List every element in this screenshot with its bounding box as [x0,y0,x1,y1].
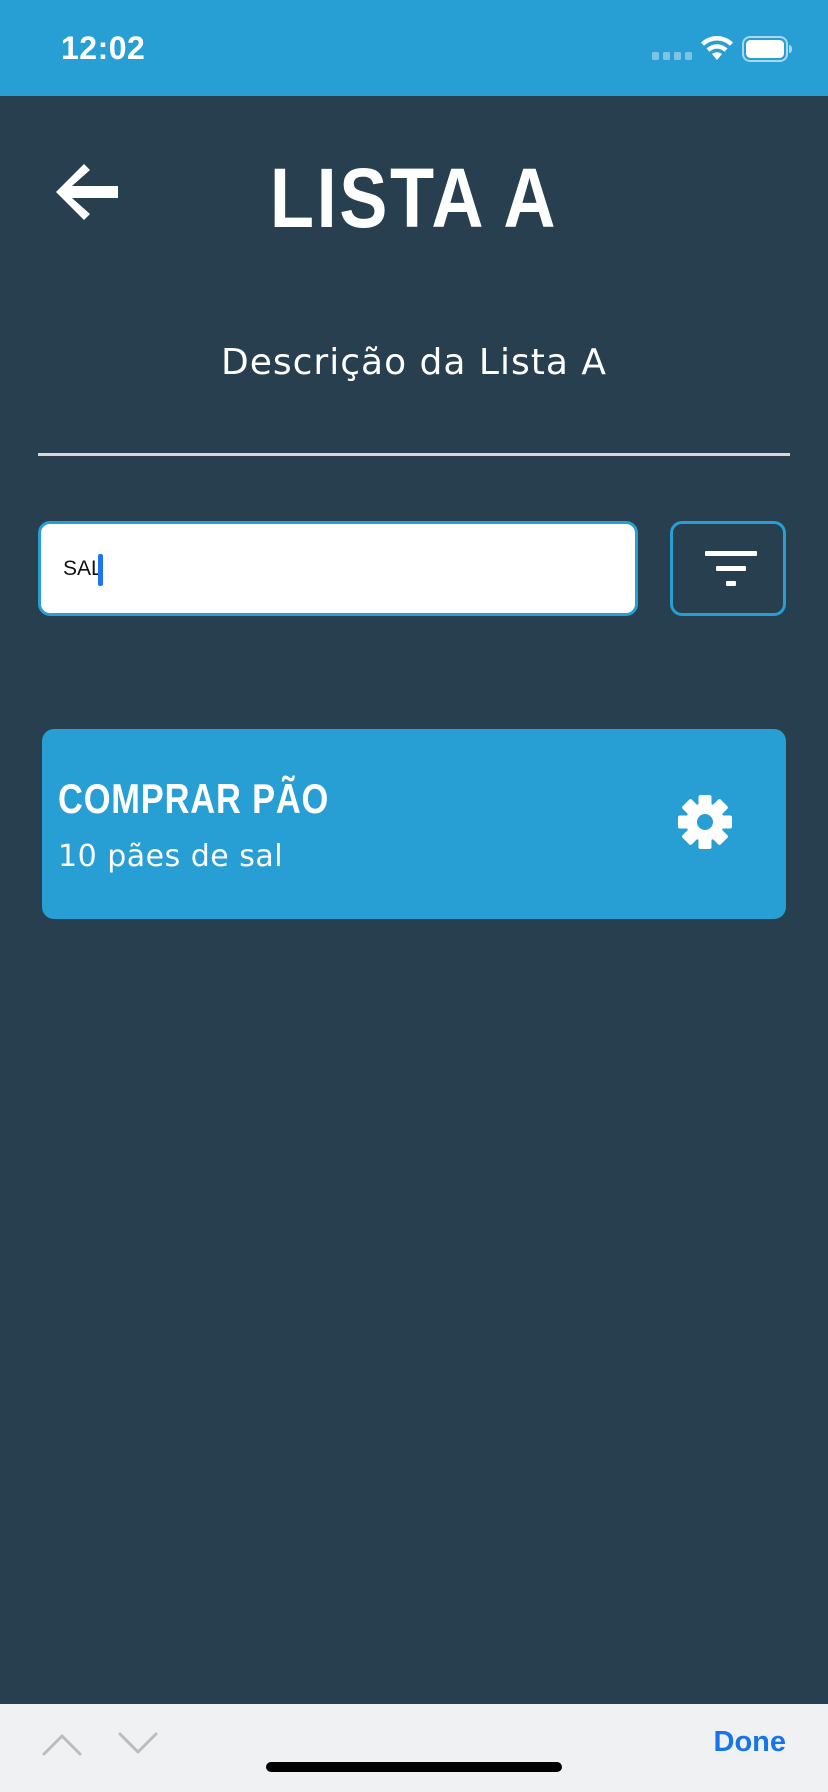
task-title: COMPRAR PÃO [58,775,330,822]
chevron-up-icon[interactable] [42,1732,82,1756]
signal-icon [652,52,692,60]
search-input[interactable] [38,521,638,616]
divider [38,453,790,456]
chevron-down-icon[interactable] [118,1732,158,1756]
gear-icon [678,795,732,849]
task-card[interactable]: COMPRAR PÃO 10 pães de sal [42,729,786,919]
page-description: Descrição da Lista A [221,342,607,383]
keyboard-toolbar: Done [0,1704,828,1792]
task-settings-button[interactable] [674,791,736,853]
filter-button[interactable] [670,521,786,616]
filter-icon [705,551,757,586]
done-button[interactable]: Done [714,1726,787,1759]
status-time: 12:02 [61,30,146,66]
battery-icon [742,36,792,62]
task-subtitle: 10 pães de sal [58,839,284,874]
home-indicator [266,1762,562,1772]
text-cursor [98,554,103,586]
wifi-icon [701,36,733,60]
status-bar: 12:02 [0,0,828,96]
page-title: LISTA A [269,151,559,245]
